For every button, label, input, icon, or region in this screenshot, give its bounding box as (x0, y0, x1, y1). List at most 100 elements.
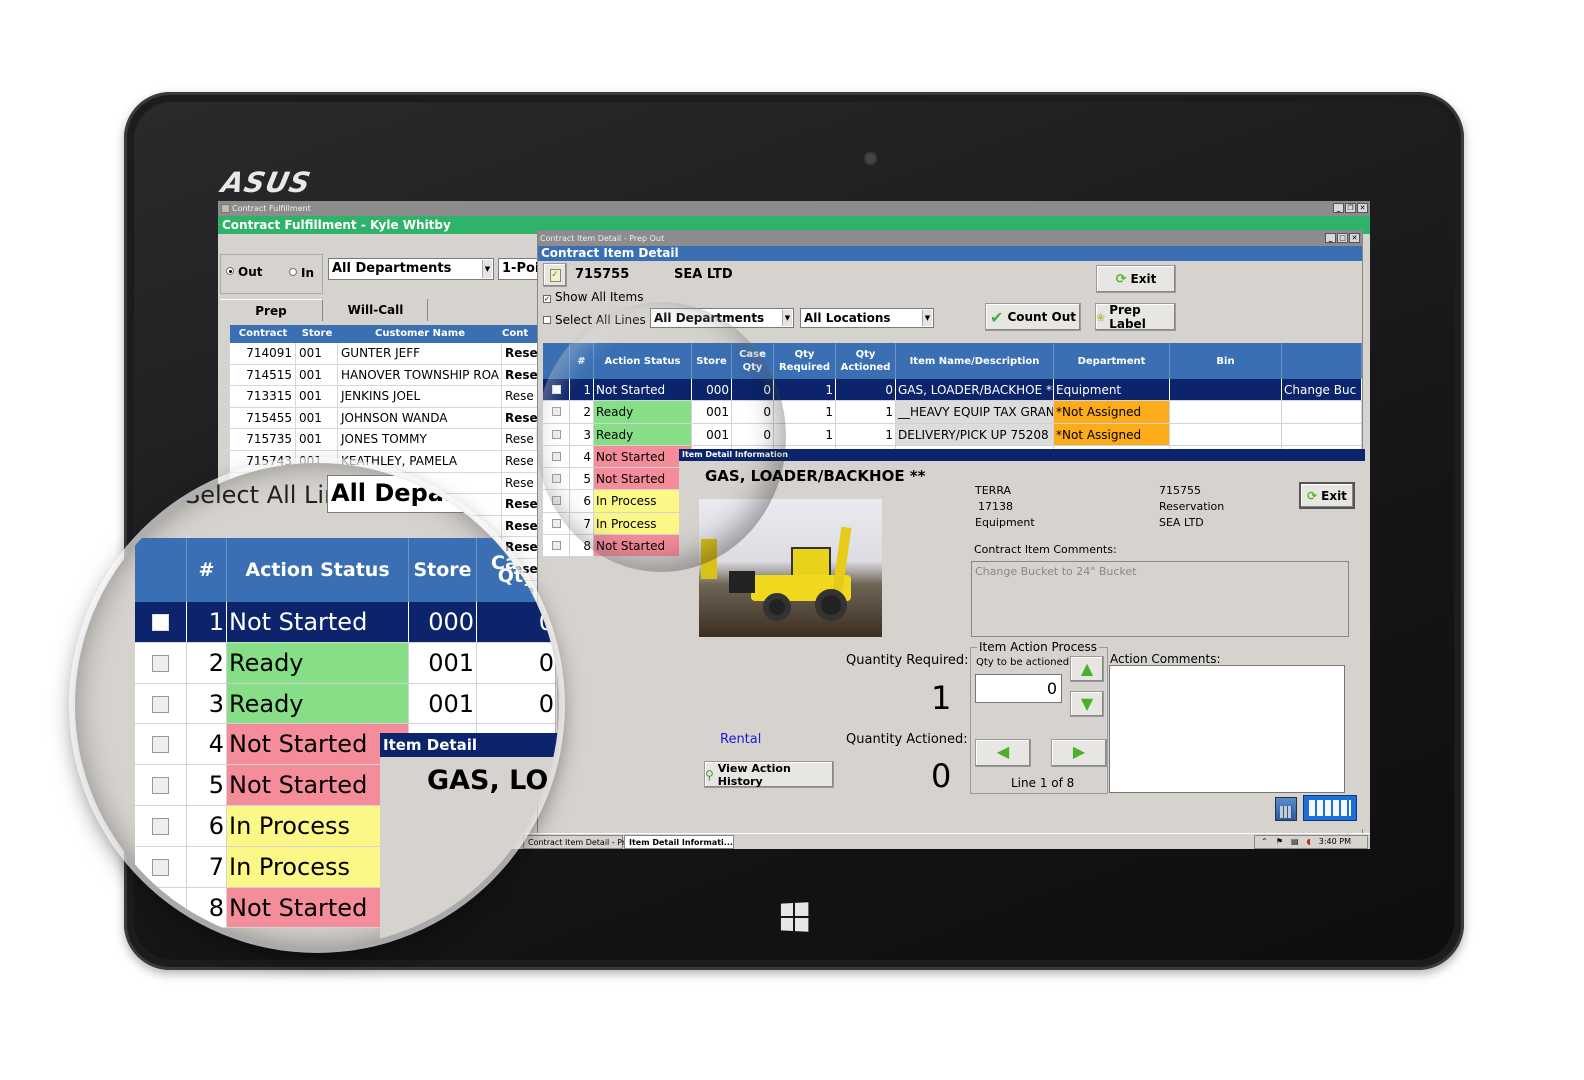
checkbox[interactable] (551, 385, 561, 394)
checkbox[interactable] (152, 777, 169, 795)
column-header[interactable]: Store (409, 538, 477, 602)
item-row[interactable]: 1Not Started000010GAS, LOADER/BACKHOE **… (543, 379, 1362, 402)
minimize-button[interactable]: _ (1325, 233, 1336, 243)
checklist-button[interactable]: ✓ (543, 263, 567, 287)
detail-department-select[interactable]: All Departments ▼ (650, 308, 794, 328)
checkbox[interactable] (551, 518, 561, 528)
volume-muted-icon[interactable]: ◖ (1307, 836, 1311, 848)
row-checkbox[interactable] (543, 468, 570, 490)
column-header[interactable] (1282, 343, 1362, 379)
checkbox[interactable] (152, 614, 169, 631)
checkbox[interactable] (152, 695, 169, 713)
item-row[interactable]: 2Ready001011__HEAVY EQUIP TAX GRAN*Not A… (135, 642, 557, 684)
row-checkbox[interactable] (135, 765, 187, 805)
column-header[interactable]: Department (1054, 343, 1170, 379)
action-comments-field[interactable] (1109, 665, 1345, 793)
column-header[interactable] (543, 343, 570, 379)
show-all-items-checkbox[interactable]: ✓ Show All Items (543, 290, 643, 304)
column-header[interactable]: Case Qty (732, 343, 774, 379)
col-cont[interactable]: Cont (502, 325, 540, 343)
column-header[interactable] (135, 538, 187, 602)
col-customer-name[interactable]: Customer Name (338, 325, 502, 343)
keyboard-button[interactable] (1303, 795, 1357, 821)
calculator-button[interactable] (1275, 797, 1297, 821)
row-checkbox[interactable] (543, 490, 570, 512)
detail-location-select[interactable]: All Locations ▼ (800, 308, 934, 328)
taskbar-item-item-detail[interactable]: Item Detail Informati... (624, 835, 734, 849)
checkbox[interactable] (152, 736, 169, 754)
col-contract[interactable]: Contract (230, 325, 296, 343)
item-exit-button[interactable]: ⟳ Exit (1299, 482, 1355, 509)
row-checkbox[interactable] (135, 602, 187, 642)
item-row[interactable]: 3Ready001011DELIVERY/PICK UP 75208*Not A… (135, 683, 557, 725)
column-header[interactable]: Bin (1170, 343, 1282, 379)
col-store[interactable]: Store (296, 325, 338, 343)
row-checkbox[interactable] (135, 683, 187, 724)
item-row[interactable]: 1Not Started000010GAS, LOADER/BACKHOE **… (135, 602, 557, 643)
restore-button[interactable]: ❐ (1345, 203, 1356, 213)
flag-icon[interactable]: ⚑ (1276, 836, 1283, 848)
clock[interactable]: 3:40 PM (1319, 836, 1351, 848)
column-header[interactable]: # (570, 343, 594, 379)
column-header[interactable]: Item Name/Description (896, 343, 1054, 379)
checkbox[interactable] (152, 817, 169, 835)
contract-row[interactable]: 714515 001 HANOVER TOWNSHIP ROA Rese (220, 364, 540, 387)
minimize-button[interactable]: _ (1333, 203, 1344, 213)
column-header[interactable]: # (187, 538, 227, 602)
main-department-select[interactable]: All Departments ▼ (328, 258, 494, 280)
qty-to-action-input[interactable] (975, 674, 1062, 703)
checkbox[interactable] (551, 496, 561, 506)
prep-label-button[interactable]: ❀ Prep Label (1095, 303, 1176, 331)
radio-in[interactable]: In (289, 266, 314, 280)
decrement-button[interactable]: ▼ (1070, 691, 1104, 717)
tray-expand-icon[interactable]: ⌃ (1261, 836, 1268, 848)
next-line-button[interactable]: ▶ (1051, 739, 1107, 767)
item-row[interactable]: 3Ready001011DELIVERY/PICK UP 75208*Not A… (543, 423, 1362, 446)
tab-will-call[interactable]: Will-Call (324, 299, 428, 321)
column-header[interactable]: Store (692, 343, 732, 379)
row-checkbox[interactable] (135, 805, 187, 846)
maximize-button[interactable]: □ (1337, 233, 1348, 243)
row-checkbox[interactable] (135, 642, 187, 683)
row-checkbox[interactable] (135, 887, 187, 928)
column-header[interactable]: Qty Required (774, 343, 836, 379)
arrow-up-icon: ▲ (1080, 659, 1094, 678)
checkbox[interactable] (551, 474, 561, 484)
column-header[interactable]: Action Status (227, 538, 409, 602)
qty-actioned-cell: 1 (836, 401, 896, 423)
radio-out[interactable]: Out (226, 265, 262, 279)
row-checkbox[interactable] (543, 379, 570, 401)
checkbox[interactable] (551, 407, 561, 417)
row-checkbox[interactable] (135, 724, 187, 765)
contract-row[interactable]: 715455 001 JOHNSON WANDA Rese (220, 407, 540, 430)
contract-row[interactable]: 715735 001 JONES TOMMY Rese (220, 429, 540, 451)
network-icon[interactable]: ▤ (1291, 836, 1299, 848)
tab-prep[interactable]: Prep (220, 299, 323, 321)
contract-comments-field[interactable] (971, 561, 1349, 637)
contract-row[interactable]: 713315 001 JENKINS JOEL Rese (220, 386, 540, 408)
column-header[interactable]: Case Qty (477, 538, 557, 602)
close-button[interactable]: ✕ (1357, 203, 1368, 213)
exit-button[interactable]: ⟳ Exit (1096, 265, 1176, 293)
checkbox[interactable] (152, 858, 169, 876)
row-checkbox[interactable] (543, 445, 570, 468)
windows-logo-icon[interactable] (780, 902, 809, 932)
row-checkbox[interactable] (543, 423, 570, 445)
checkbox[interactable] (551, 429, 561, 439)
column-header[interactable]: Qty Actioned (836, 343, 896, 379)
checkbox[interactable] (152, 899, 169, 917)
row-checkbox[interactable] (543, 401, 570, 423)
column-header[interactable]: Action Status (594, 343, 692, 379)
row-checkbox[interactable] (135, 846, 187, 887)
checkbox[interactable] (551, 451, 561, 461)
select-all-lines-checkbox[interactable]: Select All Lines (543, 313, 646, 327)
contract-row[interactable]: 714091 001 GUNTER JEFF Rese (220, 343, 540, 365)
previous-line-button[interactable]: ◀ (975, 739, 1031, 767)
checkbox[interactable] (152, 654, 169, 672)
increment-button[interactable]: ▲ (1070, 656, 1104, 682)
count-out-button[interactable]: ✔ Count Out (985, 303, 1081, 331)
close-button[interactable]: ✕ (1349, 233, 1360, 243)
row-checkbox[interactable] (543, 512, 570, 535)
view-action-history-button[interactable]: ⚲ View Action History (704, 761, 834, 788)
item-row[interactable]: 2Ready001011__HEAVY EQUIP TAX GRAN*Not A… (543, 401, 1362, 424)
